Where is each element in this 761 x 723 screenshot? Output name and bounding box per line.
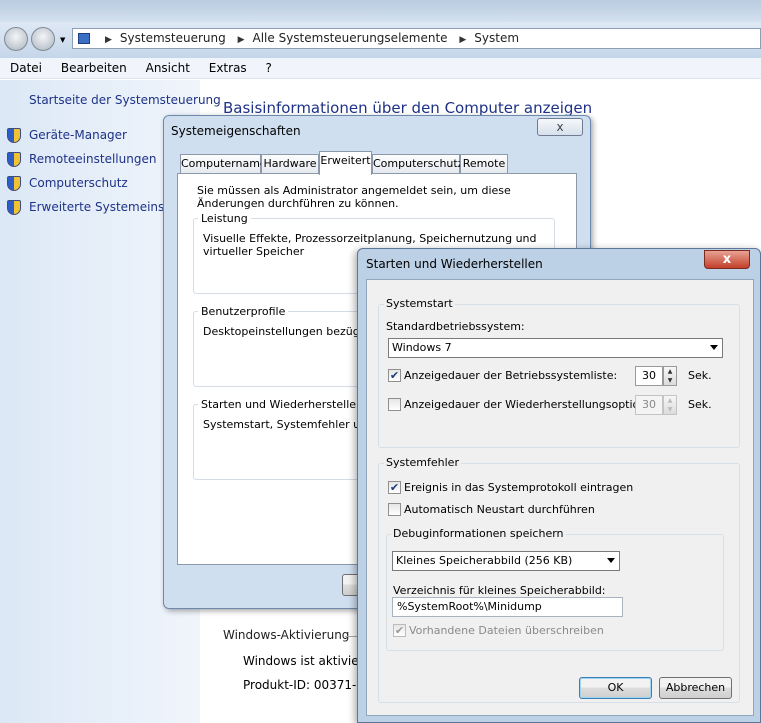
show-recovery-seconds[interactable]: 30 [635, 395, 663, 415]
back-button[interactable] [4, 27, 28, 51]
dump-dir-input[interactable]: %SystemRoot%\Minidump [392, 597, 623, 617]
dialog-title: Starten und Wiederherstellen [366, 257, 543, 271]
shield-icon [7, 128, 21, 143]
close-button[interactable]: x [704, 250, 750, 269]
performance-label: Leistung [198, 212, 251, 225]
debug-label: Debuginformationen speichern [391, 527, 566, 540]
startup-label: Starten und Wiederherstellen [198, 398, 366, 411]
default-os-select[interactable]: Windows 7 [388, 338, 723, 358]
activation-status: Windows ist aktiviert. [243, 654, 373, 668]
ok-button[interactable]: OK [579, 677, 652, 699]
show-recovery-label: Anzeigedauer der Wiederherstellungsoptio… [404, 398, 664, 411]
close-icon: x [556, 120, 564, 134]
address-box[interactable]: ▶ Systemsteuerung ▶ Alle Systemsteuerungse… [72, 28, 761, 49]
breadcrumb-alle-elemente[interactable]: Alle Systemsteuerungselemente [253, 31, 448, 45]
overwrite-checkbox[interactable]: ✔ [393, 624, 406, 637]
startup-recovery-dialog: Starten und Wiederherstellen x Systemsta… [357, 248, 761, 723]
menu-help[interactable]: ? [266, 61, 272, 75]
shield-icon [7, 176, 21, 191]
admin-note: Sie müssen als Administrator angemeldet … [197, 184, 511, 210]
menu-datei[interactable]: Datei [10, 61, 42, 75]
window-top-strip [0, 0, 761, 22]
breadcrumb-system[interactable]: System [474, 31, 519, 45]
default-os-label: Standardbetriebssystem: [386, 320, 525, 333]
default-os-value: Windows 7 [392, 341, 452, 354]
close-icon: x [722, 252, 732, 267]
sidebar-item-geraete-manager[interactable]: Geräte-Manager [29, 128, 127, 142]
menu-bearbeiten[interactable]: Bearbeiten [61, 61, 127, 75]
show-recovery-unit: Sek. [688, 398, 712, 411]
overwrite-label: Vorhandene Dateien überschreiben [409, 624, 604, 637]
breadcrumb-arrow-icon: ▶ [105, 35, 112, 45]
control-panel-icon [78, 33, 90, 44]
dump-type-value: Kleines Speicherabbild (256 KB) [396, 554, 573, 567]
write-event-label: Ereignis in das Systemprotokoll eintrage… [404, 481, 634, 494]
breadcrumb-systemsteuerung[interactable]: Systemsteuerung [120, 31, 226, 45]
tab-hardware[interactable]: Hardware [261, 154, 319, 174]
dialog-client-area: Systemstart Standardbetriebssystem: Wind… [366, 279, 754, 716]
close-button[interactable]: x [537, 118, 583, 136]
tab-computername[interactable]: Computername [180, 154, 267, 174]
shield-icon [7, 152, 21, 167]
show-os-list-label: Anzeigedauer der Betriebssystemliste: [404, 369, 618, 382]
dump-type-select[interactable]: Kleines Speicherabbild (256 KB) [392, 551, 620, 571]
show-recovery-checkbox[interactable] [388, 398, 401, 411]
write-event-checkbox[interactable]: ✔ [388, 481, 401, 494]
sidebar-item-computerschutz[interactable]: Computerschutz [29, 176, 128, 190]
show-os-list-seconds[interactable]: 30 [635, 366, 663, 386]
breadcrumb-arrow-icon: ▶ [459, 35, 467, 45]
tab-remote[interactable]: Remote [460, 154, 508, 174]
systemfehler-label: Systemfehler [384, 456, 461, 469]
spin-up-down-icon[interactable]: ▲ ▼ [663, 395, 677, 415]
cancel-button[interactable]: Abbrechen [659, 677, 732, 699]
sidebar-home-link[interactable]: Startseite der Systemsteuerung [29, 93, 221, 107]
shield-icon [7, 200, 21, 215]
forward-button[interactable] [31, 27, 55, 51]
auto-restart-checkbox[interactable] [388, 503, 401, 516]
systemstart-label: Systemstart [384, 297, 455, 310]
history-dropdown-icon[interactable]: ▼ [60, 36, 65, 44]
dialog-title: Systemeigenschaften [171, 124, 301, 138]
sidebar-item-remoteeinstellungen[interactable]: Remoteeinstellungen [29, 152, 156, 166]
show-os-list-unit: Sek. [688, 369, 712, 382]
show-os-list-checkbox[interactable]: ✔ [388, 369, 401, 382]
tab-erweitert[interactable]: Erweitert [319, 151, 372, 175]
chevron-down-icon [710, 345, 718, 350]
menu-ansicht[interactable]: Ansicht [146, 61, 190, 75]
tab-computerschutz[interactable]: Computerschutz [372, 154, 464, 174]
profiles-label: Benutzerprofile [198, 305, 289, 318]
activation-heading: Windows-Aktivierung [223, 628, 350, 642]
spin-up-down-icon[interactable]: ▲ ▼ [663, 366, 677, 386]
menu-bar: Datei Bearbeiten Ansicht Extras ? [0, 58, 761, 79]
menu-extras[interactable]: Extras [209, 61, 247, 75]
auto-restart-label: Automatisch Neustart durchführen [404, 503, 595, 516]
breadcrumb-arrow-icon: ▶ [237, 35, 245, 45]
dump-dir-label: Verzeichnis für kleines Speicherabbild: [393, 584, 606, 597]
chevron-down-icon [607, 558, 615, 563]
product-id: Produkt-ID: 00371-83 [243, 678, 372, 692]
